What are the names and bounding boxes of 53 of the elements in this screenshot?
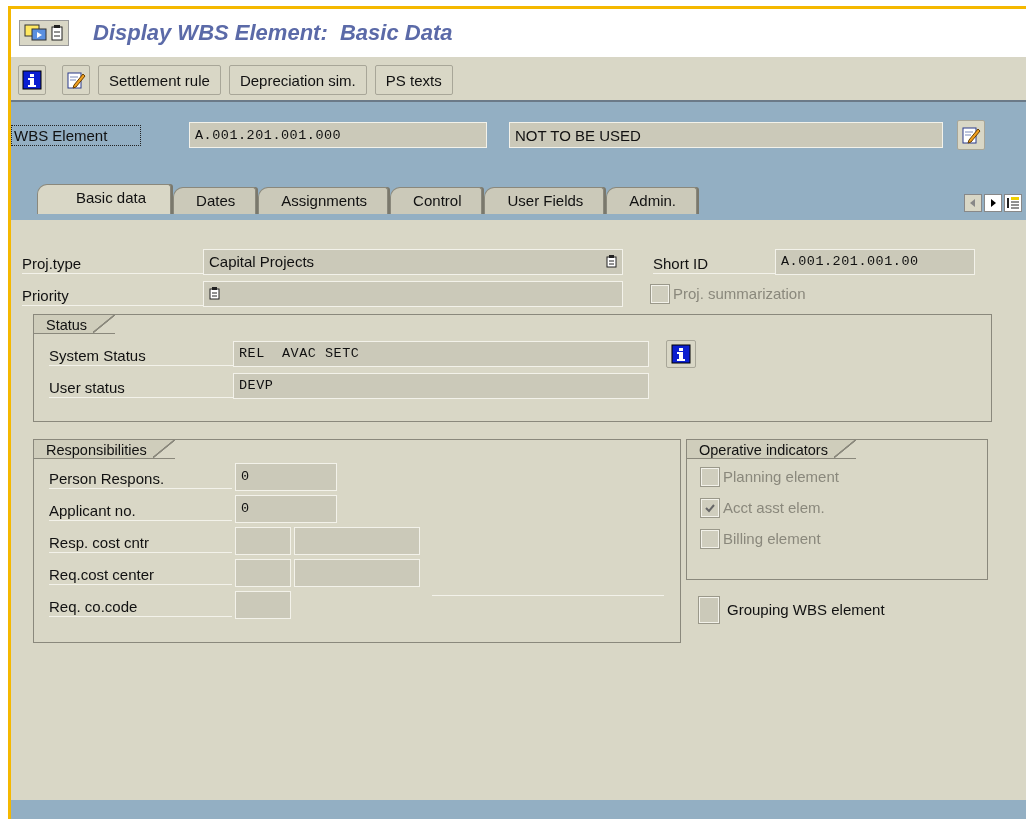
pencil-note-icon (66, 70, 86, 90)
tab[interactable]: Dates (173, 187, 257, 214)
input-field[interactable]: A.001.201.001.00 (775, 248, 975, 275)
field-label: WBS Element (11, 124, 141, 146)
edit-button[interactable] (62, 65, 90, 95)
input-field[interactable]: 0 (235, 462, 337, 491)
group-title: Responsibilities (34, 439, 175, 459)
window-title: Display WBS Element: Basic Data (93, 20, 453, 46)
group-title: Status (34, 314, 116, 334)
field-label: Applicant no. (49, 496, 232, 521)
scroll-right-icon[interactable] (984, 194, 1002, 212)
input-field[interactable]: NOT TO BE USED (509, 122, 943, 148)
monitor-icon[interactable] (24, 23, 48, 43)
input-field[interactable] (235, 558, 291, 587)
tab-list-icon[interactable] (1004, 194, 1022, 212)
input-field[interactable] (294, 526, 420, 555)
group-title: Operative indicators (687, 439, 856, 459)
list-icon[interactable] (606, 255, 617, 268)
checkbox-label: Billing element (723, 530, 821, 547)
checkbox[interactable] (699, 596, 719, 623)
tab[interactable]: User Fields (484, 187, 605, 214)
input-field[interactable]: DEVP (233, 372, 649, 399)
toolbar-button[interactable]: Depreciation sim. (228, 65, 367, 95)
tab[interactable]: Control (390, 187, 483, 214)
tab[interactable]: Assignments (258, 187, 389, 214)
field-label: Person Respons. (49, 464, 232, 489)
field-label: Req.cost center (49, 560, 232, 585)
input-field[interactable] (294, 558, 420, 587)
pencil-note-icon (961, 125, 981, 145)
clipboard-icon[interactable] (50, 24, 64, 42)
input-field[interactable]: 0 (235, 494, 337, 523)
input-field[interactable]: REL AVAC SETC (233, 340, 649, 367)
info-button[interactable] (666, 339, 696, 368)
input-field[interactable]: A.001.201.001.000 (189, 122, 487, 148)
list-icon[interactable] (209, 287, 220, 300)
info-icon (671, 343, 691, 364)
input-field[interactable] (235, 526, 291, 555)
field-label: Req. co.code (49, 592, 232, 617)
toolbar-button[interactable]: Settlement rule (98, 65, 221, 95)
input-field[interactable] (203, 280, 623, 307)
toolbar-button[interactable]: PS texts (374, 65, 453, 95)
tab[interactable]: Admin. (606, 187, 697, 214)
info-icon (22, 70, 42, 90)
checkbox-label: Acct asst elem. (723, 499, 825, 516)
tab[interactable]: Basic data (37, 184, 172, 214)
info-button[interactable] (18, 65, 46, 95)
field-label: Resp. cost cntr (49, 528, 232, 553)
input-field[interactable]: Capital Projects (203, 248, 623, 275)
checkbox-label: Grouping WBS element (727, 601, 885, 618)
edit-button[interactable] (957, 120, 985, 150)
checkbox-label: Planning element (723, 468, 839, 485)
input-field[interactable] (235, 590, 291, 619)
checkbox-label: Proj. summarization (673, 285, 806, 302)
